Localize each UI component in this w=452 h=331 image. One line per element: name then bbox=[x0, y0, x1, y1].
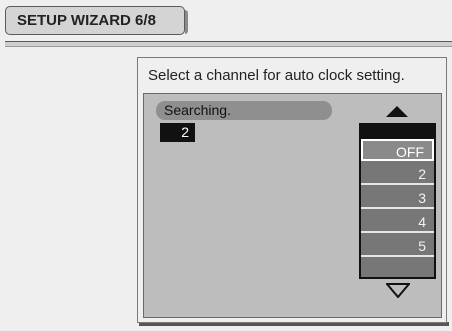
setup-dialog: Select a channel for auto clock setting.… bbox=[137, 57, 447, 323]
current-channel-display: 2 bbox=[160, 123, 195, 142]
triangle-up-icon[interactable] bbox=[386, 106, 408, 117]
list-item-3[interactable]: 3 bbox=[361, 187, 434, 209]
list-item-off[interactable]: OFF bbox=[361, 139, 434, 161]
channel-list[interactable]: OFF 2 3 4 5 bbox=[359, 123, 436, 279]
status-badge: Searching. bbox=[156, 101, 332, 120]
triangle-down-icon[interactable] bbox=[386, 283, 410, 298]
list-item-5[interactable]: 5 bbox=[361, 235, 434, 257]
page-title: SETUP WIZARD 6/8 bbox=[17, 12, 156, 29]
list-footer-bar bbox=[361, 262, 434, 277]
instruction-text: Select a channel for auto clock setting. bbox=[148, 67, 405, 84]
header-divider bbox=[5, 41, 452, 47]
wizard-title-tab: SETUP WIZARD 6/8 bbox=[5, 6, 188, 35]
list-item-4[interactable]: 4 bbox=[361, 211, 434, 233]
channel-search-panel: Searching. 2 OFF 2 3 4 5 bbox=[143, 93, 442, 318]
list-item-2[interactable]: 2 bbox=[361, 163, 434, 185]
list-header-bar bbox=[361, 125, 434, 139]
status-text: Searching. bbox=[164, 102, 231, 118]
